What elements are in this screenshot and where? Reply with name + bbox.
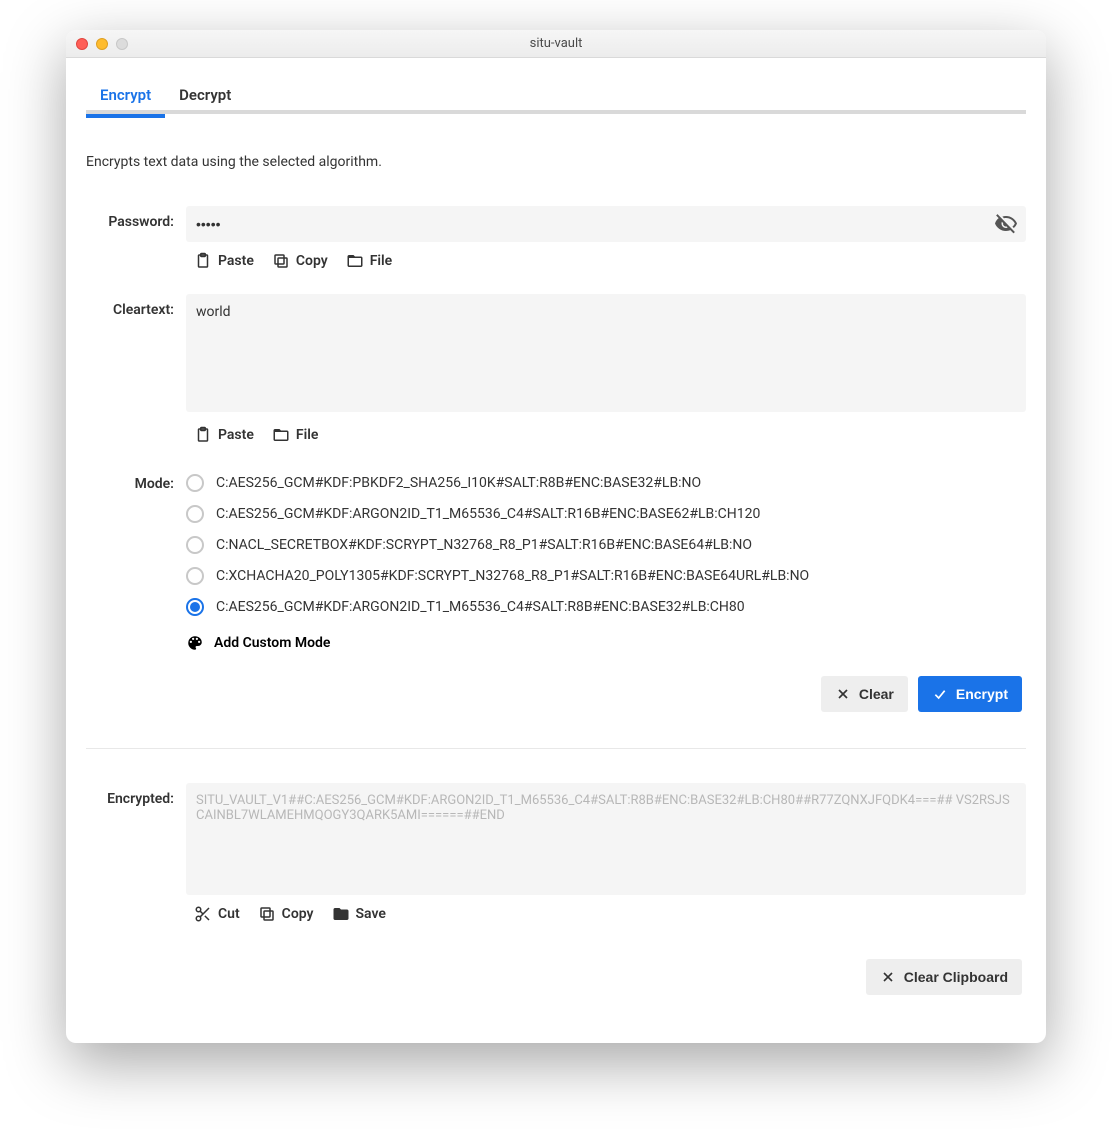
password-file-button[interactable]: File	[346, 252, 393, 270]
button-label: Encrypt	[956, 686, 1008, 702]
mode-radio-option[interactable]: C:XCHACHA20_POLY1305#KDF:SCRYPT_N32768_R…	[186, 567, 1026, 585]
radio-label: C:AES256_GCM#KDF:ARGON2ID_T1_M65536_C4#S…	[216, 599, 745, 615]
clear-clipboard-button[interactable]: Clear Clipboard	[866, 959, 1022, 995]
folder-open-icon	[272, 426, 290, 444]
radio-indicator	[186, 505, 204, 523]
password-label: Password:	[86, 206, 186, 230]
panel-description: Encrypts text data using the selected al…	[86, 154, 1026, 170]
button-label: Cut	[218, 906, 240, 922]
button-label: File	[370, 253, 393, 269]
button-label: Clear Clipboard	[904, 969, 1008, 985]
cleartext-input[interactable]: world	[186, 294, 1026, 412]
clear-button[interactable]: Clear	[821, 676, 908, 712]
radio-label: C:NACL_SECRETBOX#KDF:SCRYPT_N32768_R8_P1…	[216, 537, 752, 553]
window-title: situ-vault	[66, 36, 1046, 51]
mode-radio-option[interactable]: C:NACL_SECRETBOX#KDF:SCRYPT_N32768_R8_P1…	[186, 536, 1026, 554]
encrypted-label: Encrypted:	[86, 783, 186, 807]
mode-label: Mode:	[86, 468, 186, 492]
cleartext-file-button[interactable]: File	[272, 426, 319, 444]
radio-indicator	[186, 536, 204, 554]
radio-label: C:AES256_GCM#KDF:ARGON2ID_T1_M65536_C4#S…	[216, 506, 760, 522]
x-icon	[880, 969, 896, 985]
encrypt-button[interactable]: Encrypt	[918, 676, 1022, 712]
mode-radio-group: C:AES256_GCM#KDF:PBKDF2_SHA256_I10K#SALT…	[186, 468, 1026, 616]
mode-radio-option[interactable]: C:AES256_GCM#KDF:ARGON2ID_T1_M65536_C4#S…	[186, 505, 1026, 523]
radio-label: C:AES256_GCM#KDF:PBKDF2_SHA256_I10K#SALT…	[216, 475, 701, 491]
password-copy-button[interactable]: Copy	[272, 252, 328, 270]
palette-icon	[186, 634, 204, 652]
copy-icon	[258, 905, 276, 923]
button-label: File	[296, 427, 319, 443]
button-label: Copy	[296, 253, 328, 269]
button-label: Paste	[218, 427, 254, 443]
clipboard-icon	[194, 252, 212, 270]
eye-off-icon	[994, 212, 1018, 236]
password-paste-button[interactable]: Paste	[194, 252, 254, 270]
tab-encrypt[interactable]: Encrypt	[86, 76, 165, 114]
button-label: Save	[356, 906, 386, 922]
button-label: Paste	[218, 253, 254, 269]
titlebar: situ-vault	[66, 30, 1046, 58]
app-window: situ-vault Encrypt Decrypt Encrypts text…	[66, 30, 1046, 1043]
password-input[interactable]	[186, 206, 1026, 242]
radio-indicator	[186, 598, 204, 616]
clipboard-icon	[194, 426, 212, 444]
radio-label: C:XCHACHA20_POLY1305#KDF:SCRYPT_N32768_R…	[216, 568, 809, 584]
mode-radio-option[interactable]: C:AES256_GCM#KDF:ARGON2ID_T1_M65536_C4#S…	[186, 598, 1026, 616]
encrypted-copy-button[interactable]: Copy	[258, 905, 314, 923]
toggle-password-visibility-button[interactable]	[994, 212, 1018, 236]
scissors-icon	[194, 905, 212, 923]
encrypted-cut-button[interactable]: Cut	[194, 905, 240, 923]
mode-radio-option[interactable]: C:AES256_GCM#KDF:PBKDF2_SHA256_I10K#SALT…	[186, 474, 1026, 492]
button-label: Clear	[859, 686, 894, 702]
tab-decrypt[interactable]: Decrypt	[165, 76, 245, 114]
tab-bar: Encrypt Decrypt	[66, 58, 1046, 114]
encrypted-save-button[interactable]: Save	[332, 905, 386, 923]
folder-icon	[332, 905, 350, 923]
cleartext-paste-button[interactable]: Paste	[194, 426, 254, 444]
button-label: Copy	[282, 906, 314, 922]
radio-indicator	[186, 567, 204, 585]
encrypted-output[interactable]: SITU_VAULT_V1##C:AES256_GCM#KDF:ARGON2ID…	[186, 783, 1026, 895]
button-label: Add Custom Mode	[214, 635, 330, 651]
add-custom-mode-button[interactable]: Add Custom Mode	[186, 634, 1026, 652]
copy-icon	[272, 252, 290, 270]
divider	[86, 748, 1026, 749]
folder-open-icon	[346, 252, 364, 270]
check-icon	[932, 686, 948, 702]
radio-indicator	[186, 474, 204, 492]
x-icon	[835, 686, 851, 702]
cleartext-label: Cleartext:	[86, 294, 186, 318]
